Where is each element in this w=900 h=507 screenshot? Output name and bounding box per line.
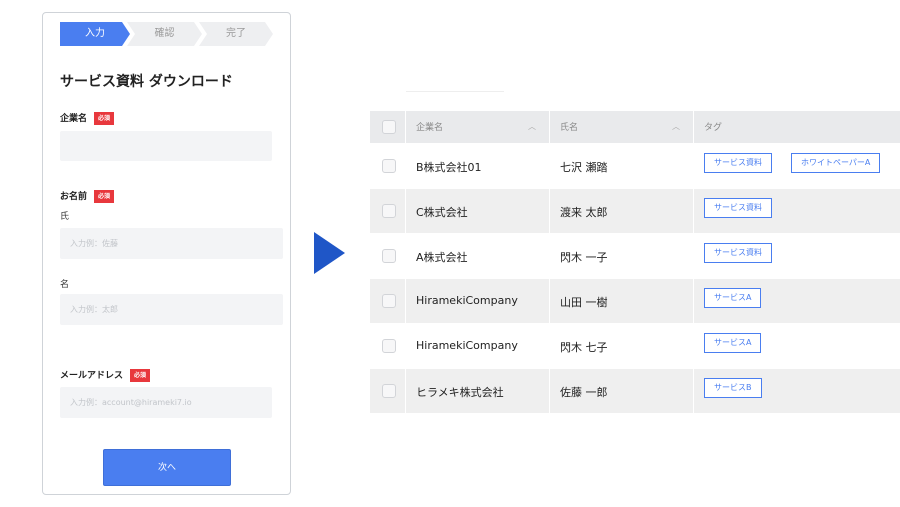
- next-button[interactable]: 次へ: [103, 449, 231, 486]
- table-row[interactable]: A株式会社 閃木 一子 サービス資料: [370, 233, 900, 278]
- tag-badge[interactable]: サービス資料: [704, 243, 772, 263]
- column-header-name[interactable]: 氏名: [560, 111, 578, 143]
- sort-icon[interactable]: ︿: [528, 111, 536, 143]
- table-row[interactable]: HiramekiCompany 山田 一樹 サービスA: [370, 278, 900, 323]
- step-complete: 完了: [199, 22, 273, 46]
- email-input[interactable]: 入力例：account@hirameki7.io: [60, 387, 272, 418]
- name-label: お名前 必須: [60, 189, 115, 203]
- company-cell: C株式会社: [416, 206, 468, 219]
- column-divider: [405, 111, 406, 413]
- row-checkbox[interactable]: [382, 249, 396, 263]
- company-label: 企業名 必須: [60, 111, 115, 125]
- select-all-checkbox[interactable]: [382, 120, 396, 134]
- form-title: サービス資料 ダウンロード: [60, 74, 233, 90]
- table-header: 企業名 ︿ 氏名 ︿ タグ: [370, 111, 900, 143]
- required-badge: 必須: [94, 190, 115, 203]
- row-checkbox[interactable]: [382, 384, 396, 398]
- company-cell: ヒラメキ株式会社: [416, 386, 504, 399]
- last-name-input[interactable]: 入力例：佐藤: [60, 228, 283, 259]
- name-cell: 七沢 瀬踏: [560, 161, 608, 174]
- download-form-card: 入力 確認 完了 サービス資料 ダウンロード 企業名 必須 お名前 必須 氏 入力例…: [42, 12, 291, 495]
- first-name-label: 名: [60, 280, 70, 290]
- name-cell: 佐藤 一郎: [560, 386, 608, 399]
- leads-table: 企業名 ︿ 氏名 ︿ タグ B株式会社01 七沢 瀬踏 サービス資料 ホワイトペ…: [370, 111, 900, 413]
- right-arrow-icon: [314, 232, 345, 274]
- tag-badge[interactable]: サービス資料: [704, 198, 772, 218]
- step-indicator: 入力 確認 完了: [60, 22, 273, 46]
- company-cell: B株式会社01: [416, 161, 482, 174]
- first-name-input[interactable]: 入力例：太郎: [60, 294, 283, 325]
- company-cell: HiramekiCompany: [416, 339, 518, 352]
- column-header-tags: タグ: [704, 123, 723, 133]
- step-input: 入力: [60, 22, 130, 46]
- table-row[interactable]: B株式会社01 七沢 瀬踏 サービス資料 ホワイトペーパーA: [370, 143, 900, 188]
- row-checkbox[interactable]: [382, 339, 396, 353]
- table-row[interactable]: C株式会社 渡来 太郎 サービス資料: [370, 188, 900, 233]
- divider: [406, 91, 504, 92]
- name-cell: 山田 一樹: [560, 296, 608, 309]
- email-label: メールアドレス 必須: [60, 368, 151, 382]
- tag-badge[interactable]: サービス資料: [704, 153, 772, 173]
- required-badge: 必須: [130, 369, 151, 382]
- name-cell: 渡来 太郎: [560, 206, 608, 219]
- company-cell: A株式会社: [416, 251, 468, 264]
- column-header-company[interactable]: 企業名: [416, 111, 443, 143]
- tag-badge[interactable]: ホワイトペーパーA: [791, 153, 881, 173]
- sort-icon[interactable]: ︿: [672, 111, 680, 143]
- company-cell: HiramekiCompany: [416, 294, 518, 307]
- row-checkbox[interactable]: [382, 294, 396, 308]
- name-cell: 閃木 一子: [560, 251, 608, 264]
- tag-badge[interactable]: サービスB: [704, 378, 762, 398]
- company-input[interactable]: [60, 131, 272, 161]
- row-checkbox[interactable]: [382, 204, 396, 218]
- table-row[interactable]: ヒラメキ株式会社 佐藤 一郎 サービスB: [370, 368, 900, 413]
- table-row[interactable]: HiramekiCompany 閃木 七子 サービスA: [370, 323, 900, 368]
- last-name-label: 氏: [60, 212, 70, 222]
- column-divider: [549, 111, 550, 413]
- required-badge: 必須: [94, 112, 115, 125]
- tag-badge[interactable]: サービスA: [704, 288, 762, 308]
- row-checkbox[interactable]: [382, 159, 396, 173]
- name-cell: 閃木 七子: [560, 341, 608, 354]
- column-divider: [693, 111, 694, 413]
- step-confirm: 確認: [127, 22, 202, 46]
- tag-badge[interactable]: サービスA: [704, 333, 762, 353]
